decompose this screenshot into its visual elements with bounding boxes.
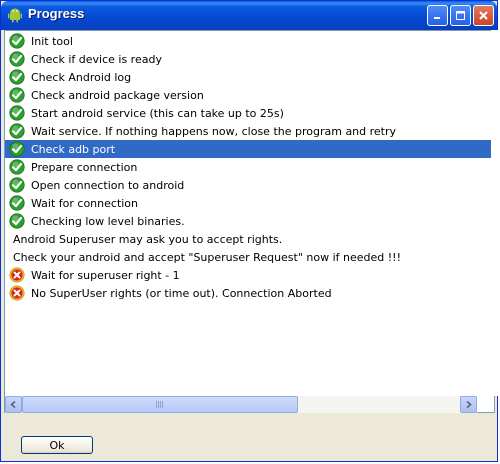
window-title: Progress [28,6,85,21]
progress-window: Progress Init tool Check if device is rea… [0,0,499,462]
log-item-text: Check android package version [31,88,204,102]
check-circle-icon [9,105,25,121]
log-item[interactable]: Wait for superuser right - 1 [5,266,494,284]
error-circle-icon [9,267,25,283]
log-item-text: Check if device is ready [31,52,162,66]
vertical-scrollbar[interactable] [491,30,499,396]
chevron-right-icon [466,401,472,408]
check-circle-icon [9,141,25,157]
log-item-text: Wait for connection [31,196,139,210]
log-item[interactable]: No SuperUser rights (or time out). Conne… [5,284,494,302]
horizontal-scrollbar[interactable] [5,396,477,413]
log-item[interactable]: Check your android and accept "Superuser… [5,248,494,266]
scroll-grip-icon [156,401,164,408]
close-icon [479,11,488,20]
check-circle-icon [9,213,25,229]
log-item-text: Open connection to android [31,178,185,192]
log-item[interactable]: Check android package version [5,86,494,104]
log-item-text: Start android service (this can take up … [31,106,284,120]
scroll-left-button[interactable] [5,396,22,413]
log-item-text: Init tool [31,34,73,48]
minimize-icon [434,17,440,19]
close-button[interactable] [473,5,494,26]
chevron-left-icon [10,401,16,408]
log-item-text: Checking low level binaries. [31,214,185,228]
horizontal-scroll-thumb[interactable] [22,396,298,413]
error-circle-icon [9,285,25,301]
check-circle-icon [9,87,25,103]
log-item-text: Check your android and accept "Superuser… [13,250,401,264]
progress-log-list[interactable]: Init tool Check if device is ready Check A… [4,30,495,413]
check-circle-icon [9,195,25,211]
log-item[interactable]: Checking low level binaries. [5,212,494,230]
log-item-text: Wait service. If nothing happens now, cl… [31,124,397,138]
button-bar: Ok [1,413,497,461]
log-item-text: Check adb port [31,142,116,156]
log-item[interactable]: Start android service (this can take up … [5,104,494,122]
check-circle-icon [9,177,25,193]
log-item-text: Prepare connection [31,160,138,174]
log-item[interactable]: Wait service. If nothing happens now, cl… [5,122,494,140]
maximize-icon [456,11,465,20]
android-icon [8,8,22,23]
log-item[interactable]: Check adb port [5,140,494,158]
log-item[interactable]: Open connection to android [5,176,494,194]
title-bar[interactable]: Progress [1,1,497,30]
minimize-button[interactable] [427,5,448,26]
log-item-text: Wait for superuser right - 1 [31,268,180,282]
log-item[interactable]: Prepare connection [5,158,494,176]
log-item-text: Check Android log [31,70,132,84]
maximize-button[interactable] [450,5,471,26]
log-item[interactable]: Check if device is ready [5,50,494,68]
check-circle-icon [9,33,25,49]
log-item[interactable]: Check Android log [5,68,494,86]
log-item[interactable]: Wait for connection [5,194,494,212]
check-circle-icon [9,51,25,67]
ok-button[interactable]: Ok [21,436,93,454]
check-circle-icon [9,159,25,175]
log-item-text: No SuperUser rights (or time out). Conne… [31,286,332,300]
log-item[interactable]: Android Superuser may ask you to accept … [5,230,494,248]
log-item[interactable]: Init tool [5,32,494,50]
log-item-text: Android Superuser may ask you to accept … [13,232,283,246]
scroll-right-button[interactable] [460,396,477,413]
check-circle-icon [9,123,25,139]
check-circle-icon [9,69,25,85]
